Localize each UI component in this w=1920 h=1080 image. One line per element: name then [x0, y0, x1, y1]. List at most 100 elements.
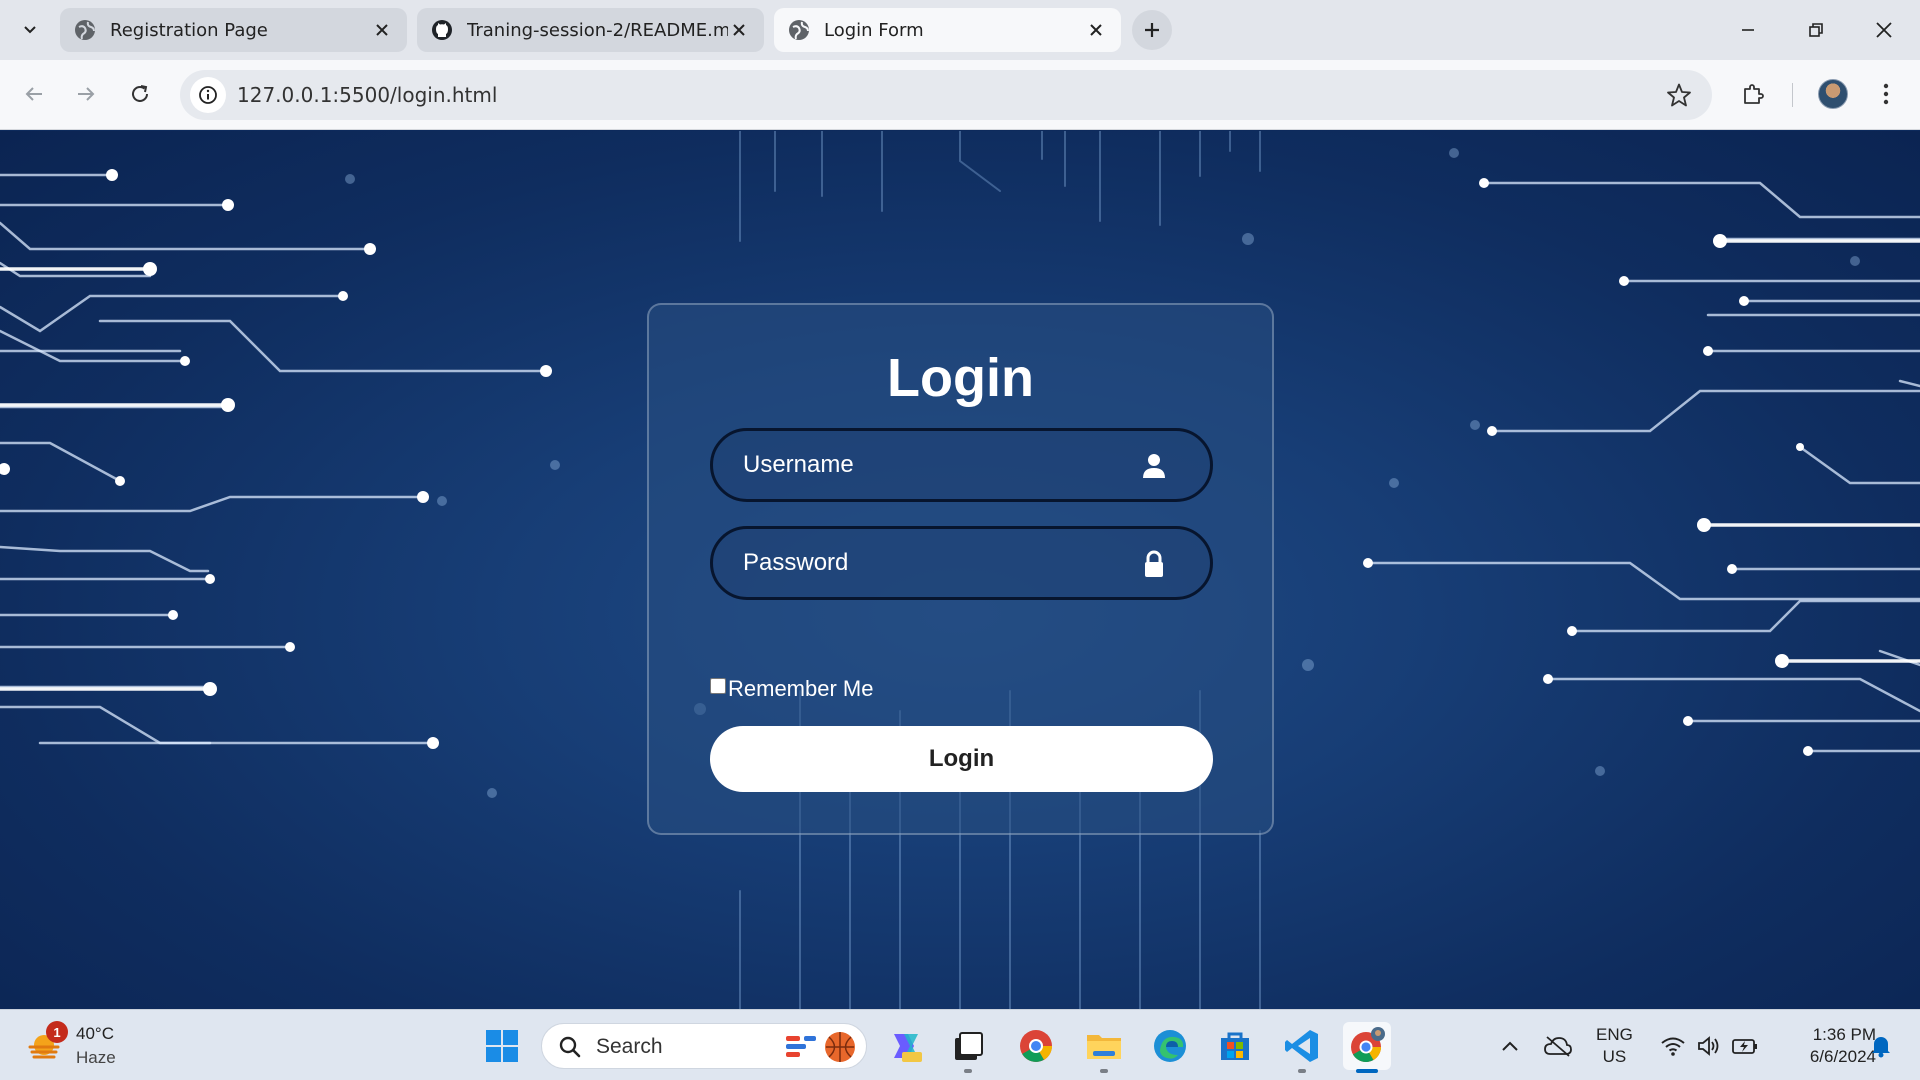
url-text[interactable]: 127.0.0.1:5500/login.html	[237, 83, 497, 107]
running-indicator	[1100, 1069, 1108, 1073]
taskbar-store[interactable]	[1211, 1022, 1259, 1070]
running-indicator	[1298, 1069, 1306, 1073]
search-highlight-icon	[786, 1032, 855, 1062]
vscode-icon	[1285, 1030, 1318, 1062]
clock-date: 6/6/2024	[1809, 1047, 1876, 1066]
remember-me-label: Remember Me	[728, 676, 874, 701]
clock-time: 1:36 PM	[1812, 1025, 1876, 1044]
tab-registration-page[interactable]: Registration Page	[60, 8, 407, 52]
taskbar-file-explorer[interactable]	[1080, 1022, 1128, 1073]
running-indicator	[964, 1069, 972, 1073]
tab-readme[interactable]: Traning-session-2/README.md	[417, 8, 764, 52]
close-icon[interactable]	[1085, 19, 1107, 41]
weather-widget[interactable]: 1 40°C Haze	[24, 1021, 116, 1070]
menu-button[interactable]	[1866, 74, 1906, 114]
reload-icon	[132, 85, 148, 102]
username-placeholder: Username	[743, 451, 854, 478]
chrome-icon	[1020, 1030, 1052, 1062]
chevron-up-icon	[1502, 1041, 1518, 1051]
username-field[interactable]: Username	[710, 428, 1213, 502]
tab-login-form[interactable]: Login Form	[774, 8, 1121, 52]
star-icon[interactable]	[1666, 82, 1692, 108]
network-status[interactable]	[1656, 1026, 1690, 1066]
taskbar-task-view[interactable]	[944, 1022, 992, 1073]
new-tab-button[interactable]	[1132, 10, 1172, 50]
minimize-button[interactable]	[1724, 10, 1772, 50]
search-placeholder: Search	[596, 1035, 663, 1058]
extensions-button[interactable]	[1733, 74, 1773, 114]
language-indicator[interactable]: ENG US	[1596, 1024, 1633, 1068]
battery-status[interactable]	[1728, 1026, 1762, 1066]
notifications-button[interactable]	[1864, 1026, 1898, 1066]
globe-icon	[789, 20, 809, 40]
close-icon	[1876, 22, 1892, 38]
close-icon[interactable]	[728, 19, 750, 41]
folder-icon	[1087, 1035, 1121, 1059]
taskbar-search[interactable]: Search	[541, 1023, 867, 1069]
tab-title: Traning-session-2/README.md	[467, 19, 728, 41]
store-icon	[1221, 1032, 1249, 1060]
speaker-icon	[1698, 1036, 1719, 1056]
back-button[interactable]	[14, 74, 54, 114]
language-code: ENG	[1596, 1025, 1633, 1044]
arrow-left-icon	[25, 87, 42, 101]
password-placeholder: Password	[743, 549, 849, 576]
github-icon	[432, 20, 452, 40]
browser-toolbar: 127.0.0.1:5500/login.html	[0, 60, 1920, 130]
forward-button[interactable]	[66, 74, 106, 114]
remember-me-checkbox[interactable]	[710, 678, 726, 694]
chevron-down-icon	[24, 26, 36, 34]
avatar	[1818, 79, 1848, 109]
task-view-icon	[955, 1032, 983, 1060]
globe-icon	[75, 20, 95, 40]
arrow-right-icon	[78, 87, 95, 101]
battery-charging-icon	[1732, 1039, 1757, 1054]
taskbar-edge[interactable]	[1146, 1022, 1194, 1070]
notification-badge: 1	[46, 1021, 68, 1043]
tab-title: Registration Page	[110, 19, 268, 41]
taskbar-copilot[interactable]	[882, 1022, 930, 1070]
user-icon	[1143, 454, 1165, 478]
start-button[interactable]	[478, 1022, 526, 1070]
restore-button[interactable]	[1792, 10, 1840, 50]
bell-icon	[1872, 1037, 1890, 1058]
puzzle-icon	[1744, 84, 1764, 104]
password-field[interactable]: Password	[710, 526, 1213, 600]
address-bar[interactable]: 127.0.0.1:5500/login.html	[180, 70, 1712, 120]
weather-haze-icon: 1	[24, 1021, 68, 1067]
copilot-icon	[894, 1034, 922, 1062]
weather-condition: Haze	[76, 1048, 116, 1067]
profile-button[interactable]	[1813, 74, 1853, 114]
info-icon	[199, 86, 217, 104]
site-info-button[interactable]	[190, 77, 226, 113]
login-button[interactable]: Login	[710, 726, 1213, 792]
plus-icon	[1145, 23, 1159, 37]
cloud-off-icon	[1544, 1036, 1572, 1057]
login-title: Login	[887, 348, 1034, 408]
taskbar: 1 40°C Haze Search ENG US 1:36 PM 6/6/20…	[0, 1009, 1920, 1080]
onedrive-status[interactable]	[1541, 1026, 1575, 1066]
minimize-icon	[1742, 29, 1754, 31]
taskbar-chrome[interactable]	[1012, 1022, 1060, 1070]
edge-icon	[1154, 1030, 1186, 1062]
search-icon	[559, 1036, 581, 1058]
close-window-button[interactable]	[1860, 10, 1908, 50]
browser-tab-strip: Registration Page Traning-session-2/READ…	[0, 0, 1920, 60]
taskbar-vscode[interactable]	[1278, 1022, 1326, 1073]
taskbar-chrome-profile[interactable]	[1343, 1022, 1391, 1073]
page-viewport: Login Username Password Remember Me Logi…	[0, 131, 1920, 1009]
tab-title: Login Form	[824, 19, 924, 41]
remember-me: Remember Me	[710, 676, 873, 702]
show-hidden-icons-button[interactable]	[1496, 1026, 1524, 1066]
clock[interactable]: 1:36 PM 6/6/2024	[1776, 1024, 1876, 1068]
login-card: Login Username Password Remember Me Logi…	[647, 303, 1274, 835]
more-vertical-icon	[1883, 83, 1889, 105]
reload-button[interactable]	[120, 74, 160, 114]
toolbar-divider	[1792, 83, 1793, 107]
weather-temperature: 40°C	[76, 1024, 114, 1043]
active-indicator	[1356, 1069, 1378, 1073]
lock-icon	[1145, 550, 1163, 577]
tab-search-button[interactable]	[14, 14, 46, 46]
volume-status[interactable]	[1692, 1026, 1726, 1066]
close-icon[interactable]	[371, 19, 393, 41]
